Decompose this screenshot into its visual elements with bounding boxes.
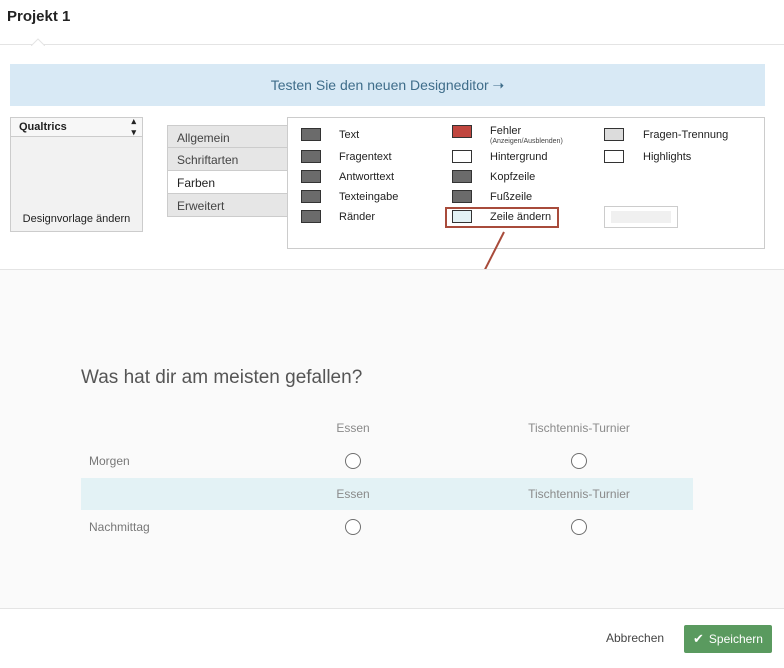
column-header-food: Essen (336, 421, 370, 435)
question-text: Was hat dir am meisten gefallen? (81, 367, 363, 388)
answer-text-color-label: Antworttext (339, 171, 395, 183)
radio-morning-food[interactable] (345, 453, 361, 469)
top-bar: Projekt 1 (0, 0, 784, 46)
question-separator-color-label: Fragen-Trennung (643, 129, 729, 141)
question-text-color-swatch[interactable] (301, 150, 321, 163)
text-color-swatch[interactable] (301, 128, 321, 141)
check-icon: ✔ (693, 631, 704, 646)
radio-afternoon-food[interactable] (345, 519, 361, 535)
error-color-swatch[interactable] (452, 125, 472, 138)
tab-colors[interactable]: Farben (167, 171, 288, 194)
text-color-label: Text (339, 129, 360, 141)
theme-select-value: Qualtrics (19, 121, 67, 133)
footer-bar: Abbrechen ✔ Speichern (0, 608, 784, 668)
tab-advanced[interactable]: Erweitert (167, 194, 288, 217)
change-theme-link[interactable]: Designvorlage ändern (11, 213, 142, 225)
error-show-hide-note: (Anzeigen/Ausblenden) (490, 138, 563, 145)
row-label-morning: Morgen (89, 454, 130, 468)
tab-general[interactable]: Allgemein (167, 125, 288, 148)
theme-select[interactable]: Qualtrics ▴ ▾ (11, 116, 142, 137)
column-header-food-repeat: Essen (336, 487, 370, 501)
highlights-color-label: Highlights (643, 151, 692, 163)
error-color-label: Fehler (Anzeigen/Ausblenden) (490, 125, 563, 145)
header-color-label: Kopfzeile (490, 171, 536, 183)
background-color-swatch[interactable] (452, 150, 472, 163)
cancel-button[interactable]: Abbrechen (606, 631, 664, 645)
answer-text-color-swatch[interactable] (301, 170, 321, 183)
question-separator-color-swatch[interactable] (604, 128, 624, 141)
survey-preview: Was hat dir am meisten gefallen? Essen T… (0, 269, 784, 609)
column-header-tabletennis-repeat: Tischtennis-Turnier (528, 487, 630, 501)
text-input-color-label: Texteingabe (339, 191, 399, 203)
borders-color-label: Ränder (339, 211, 376, 223)
sort-arrows-icon: ▴ ▾ (131, 116, 136, 137)
banner-link[interactable]: Testen Sie den neuen Designeditor ➝ (271, 77, 505, 94)
color-hex-input[interactable] (604, 206, 678, 228)
tab-fonts[interactable]: Schriftarten (167, 148, 288, 171)
radio-afternoon-tabletennis[interactable] (571, 519, 587, 535)
new-design-editor-banner[interactable]: Testen Sie den neuen Designeditor ➝ (10, 64, 765, 106)
save-button[interactable]: ✔ Speichern (684, 625, 772, 653)
tab-indicator (31, 38, 45, 46)
color-hex-input-value (611, 211, 671, 223)
project-title: Projekt 1 (7, 8, 71, 25)
theme-picker: Qualtrics ▴ ▾ Designvorlage ändern (10, 116, 143, 232)
row-label-afternoon: Nachmittag (89, 520, 150, 534)
background-color-label: Hintergrund (490, 151, 548, 163)
error-color-label-text: Fehler (490, 125, 522, 137)
save-button-label: Speichern (708, 632, 763, 646)
footer-color-label: Fußzeile (490, 191, 533, 203)
text-input-color-swatch[interactable] (301, 190, 321, 203)
borders-color-swatch[interactable] (301, 210, 321, 223)
radio-morning-tabletennis[interactable] (571, 453, 587, 469)
column-header-tabletennis: Tischtennis-Turnier (528, 421, 630, 435)
question-text-color-label: Fragentext (339, 151, 392, 163)
footer-color-swatch[interactable] (452, 190, 472, 203)
highlights-color-swatch[interactable] (604, 150, 624, 163)
header-color-swatch[interactable] (452, 170, 472, 183)
design-tabs: Allgemein Schriftarten Farben Erweitert (167, 125, 288, 217)
alternate-row-highlight-frame (445, 207, 559, 228)
color-settings-panel: Text Fragentext Antworttext Texteingabe … (287, 117, 765, 249)
